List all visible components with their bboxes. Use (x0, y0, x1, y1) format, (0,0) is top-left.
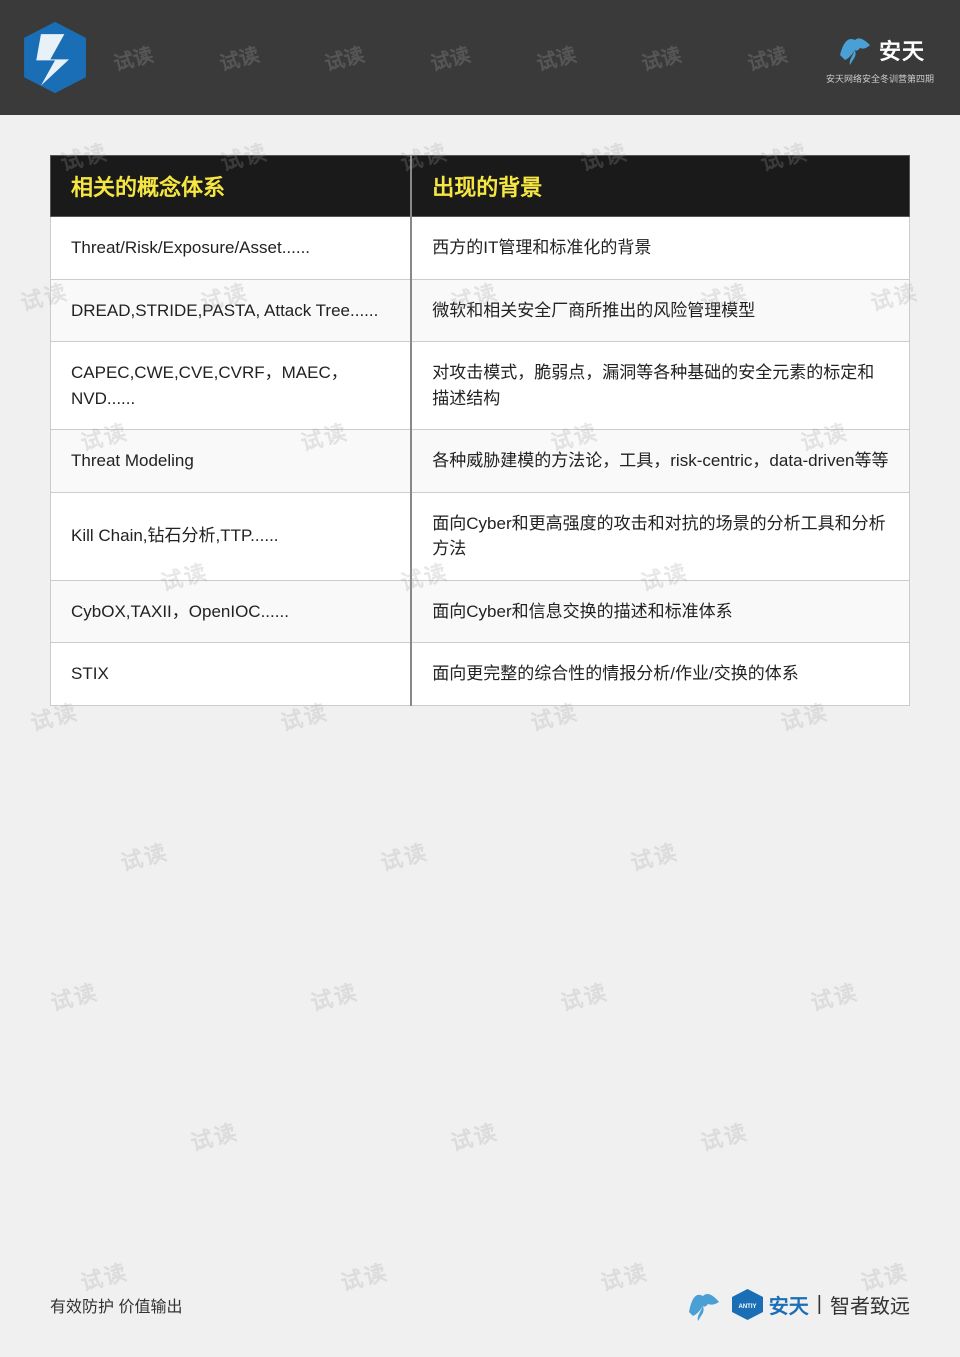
footer: 有效防护 价值输出 ANTIY 安天 | 智者致远 (0, 1282, 960, 1327)
table-cell-left-6: STIX (51, 643, 412, 706)
footer-slogan-text: 智者致远 (830, 1290, 910, 1319)
footer-tagline: 有效防护 价值输出 (50, 1293, 182, 1317)
watermark-28: 试读 (187, 1114, 242, 1157)
table-cell-right-4: 面向Cyber和更高强度的攻击和对抗的场景的分析工具和分析方法 (411, 492, 909, 580)
watermark-22: 试读 (377, 834, 432, 877)
header-wm-3: 试读 (321, 38, 367, 76)
footer-logo-divider: | (817, 1293, 822, 1316)
footer-logo-area: ANTIY 安天 | 智者致远 (681, 1282, 910, 1327)
header-wm-2: 试读 (215, 38, 261, 76)
table-row: Kill Chain,钻石分析,TTP......面向Cyber和更高强度的攻击… (51, 492, 910, 580)
watermark-25: 试读 (307, 974, 362, 1017)
table-row: Threat Modeling各种威胁建模的方法论，工具，risk-centri… (51, 430, 910, 493)
antiy-brand-logo: 安天 安天网络安全冬训营第四期 (820, 28, 940, 88)
col-header-left: 相关的概念体系 (51, 156, 412, 217)
header-logo-right: 安天 安天网络安全冬训营第四期 (820, 28, 940, 88)
table-cell-left-5: CybOX,TAXII，OpenIOC...... (51, 580, 412, 643)
antiy-logo-icon (20, 20, 90, 95)
table-cell-left-2: CAPEC,CWE,CVE,CVRF，MAEC，NVD...... (51, 342, 412, 430)
right-logo-main-text: 安天 (879, 34, 925, 66)
header-wm-4: 试读 (427, 38, 473, 76)
table-cell-right-2: 对攻击模式，脆弱点，漏洞等各种基础的安全元素的标定和描述结构 (411, 342, 909, 430)
header-wm-5: 试读 (533, 38, 579, 76)
table-cell-left-4: Kill Chain,钻石分析,TTP...... (51, 492, 412, 580)
table-row: STIX面向更完整的综合性的情报分析/作业/交换的体系 (51, 643, 910, 706)
footer-bird-icon (681, 1282, 726, 1327)
watermark-29: 试读 (447, 1114, 502, 1157)
main-content: 相关的概念体系 出现的背景 Threat/Risk/Exposure/Asset… (0, 115, 960, 746)
footer-logo-main-text: 安天 (769, 1290, 809, 1319)
eagle-icon (835, 30, 875, 70)
table-cell-right-6: 面向更完整的综合性的情报分析/作业/交换的体系 (411, 643, 909, 706)
watermark-24: 试读 (47, 974, 102, 1017)
table-cell-right-0: 西方的IT管理和标准化的背景 (411, 217, 909, 280)
table-cell-left-0: Threat/Risk/Exposure/Asset...... (51, 217, 412, 280)
svg-text:ANTIY: ANTIY (738, 1304, 756, 1310)
header-wm-6: 试读 (638, 38, 684, 76)
concepts-table: 相关的概念体系 出现的背景 Threat/Risk/Exposure/Asset… (50, 155, 910, 706)
footer-hexagon-icon: ANTIY (730, 1287, 765, 1322)
footer-logo: ANTIY 安天 | 智者致远 (681, 1282, 910, 1327)
table-cell-right-5: 面向Cyber和信息交换的描述和标准体系 (411, 580, 909, 643)
header: 试读 试读 试读 试读 试读 试读 试读 安天 安天网络安全冬训营第四期 (0, 0, 960, 115)
table-row: CybOX,TAXII，OpenIOC......面向Cyber和信息交换的描述… (51, 580, 910, 643)
table-row: CAPEC,CWE,CVE,CVRF，MAEC，NVD......对攻击模式，脆… (51, 342, 910, 430)
table-row: DREAD,STRIDE,PASTA, Attack Tree......微软和… (51, 279, 910, 342)
watermark-27: 试读 (807, 974, 862, 1017)
table-cell-left-3: Threat Modeling (51, 430, 412, 493)
table-header-row: 相关的概念体系 出现的背景 (51, 156, 910, 217)
watermark-23: 试读 (627, 834, 682, 877)
watermark-21: 试读 (117, 834, 172, 877)
header-wm-1: 试读 (110, 38, 156, 76)
table-cell-right-1: 微软和相关安全厂商所推出的风险管理模型 (411, 279, 909, 342)
watermark-30: 试读 (697, 1114, 752, 1157)
table-cell-right-3: 各种威胁建模的方法论，工具，risk-centric，data-driven等等 (411, 430, 909, 493)
table-cell-left-1: DREAD,STRIDE,PASTA, Attack Tree...... (51, 279, 412, 342)
header-watermark-area: 试读 试读 试读 试读 试读 试读 试读 (80, 0, 820, 115)
watermark-26: 试读 (557, 974, 612, 1017)
right-logo-top-row: 安天 (835, 30, 925, 70)
header-logo-left (20, 20, 90, 95)
table-row: Threat/Risk/Exposure/Asset......西方的IT管理和… (51, 217, 910, 280)
right-logo-subtitle-text: 安天网络安全冬训营第四期 (826, 72, 934, 85)
header-wm-7: 试读 (744, 38, 790, 76)
col-header-right: 出现的背景 (411, 156, 909, 217)
